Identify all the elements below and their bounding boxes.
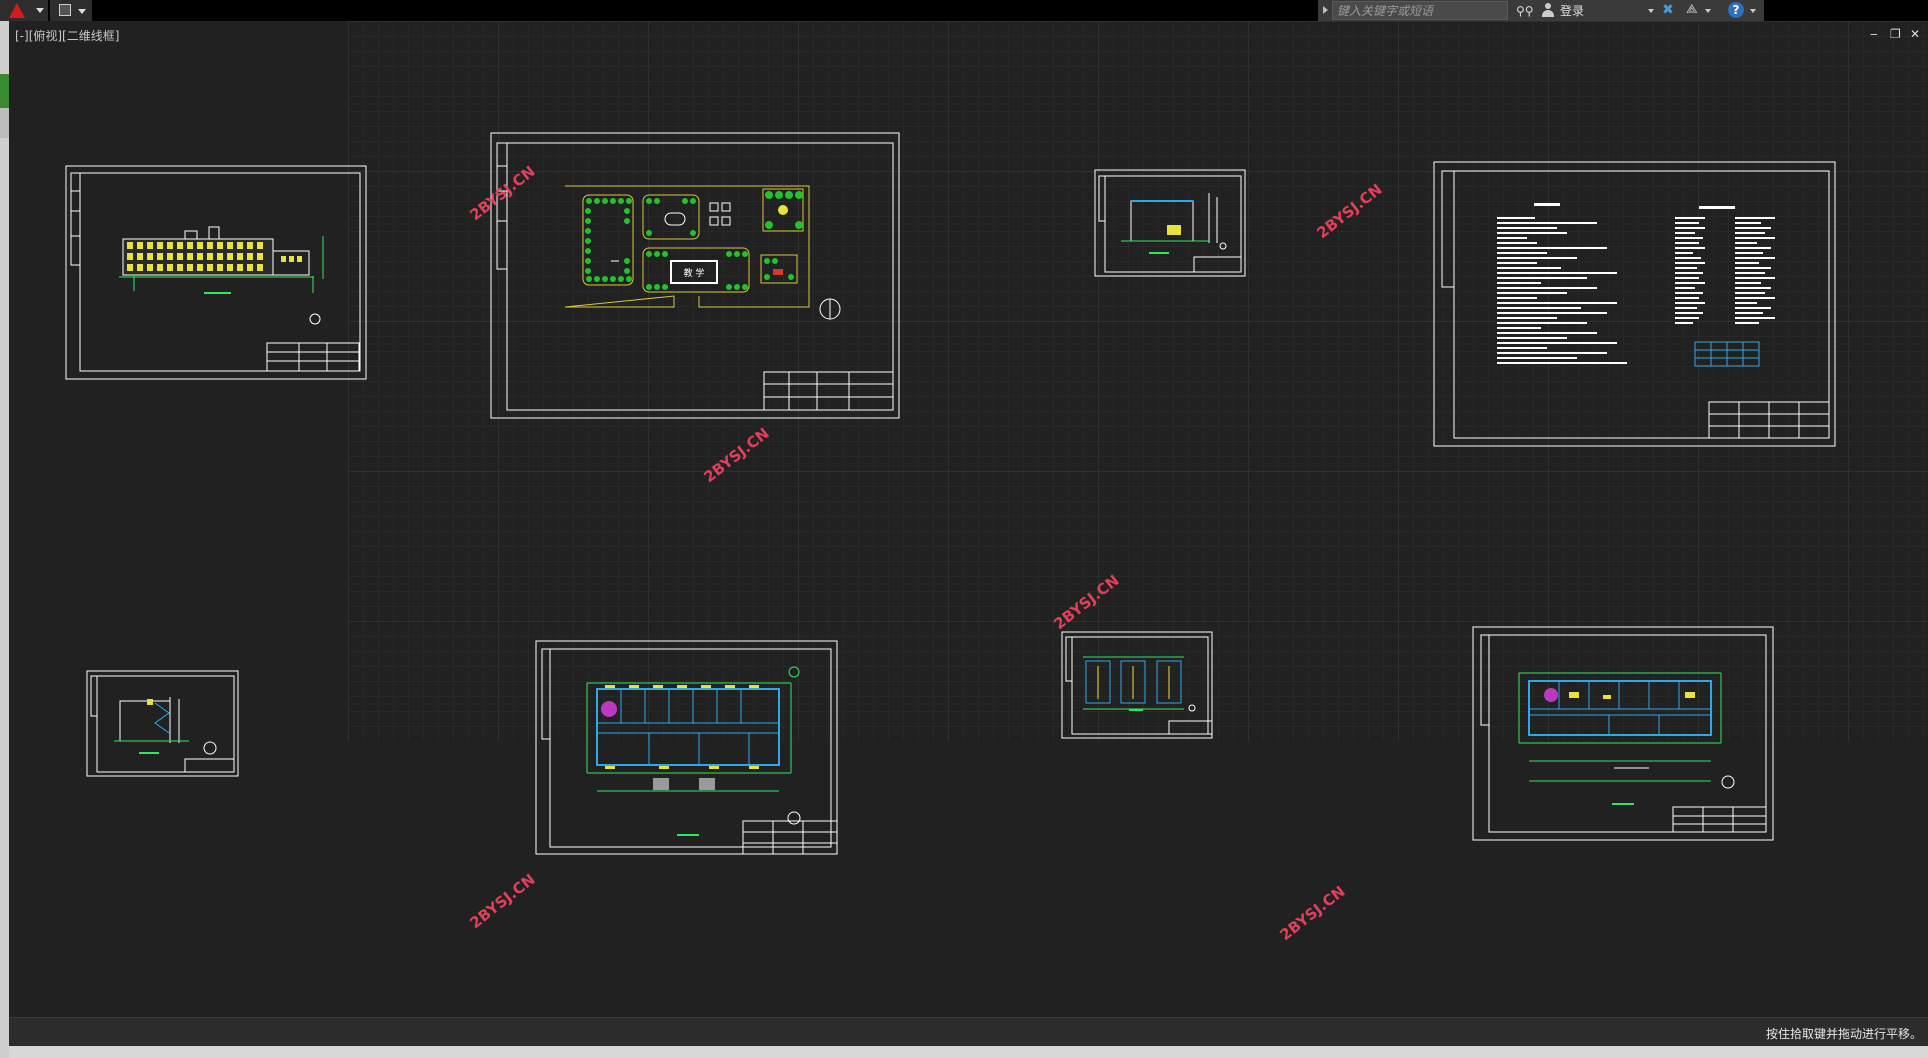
exchange-apps-icon[interactable]: ✖ bbox=[1662, 2, 1674, 18]
chevron-down-icon[interactable] bbox=[1648, 9, 1654, 13]
building-label: 教 学 bbox=[684, 267, 705, 279]
left-edge-tab[interactable] bbox=[0, 108, 9, 138]
sheet-elevation[interactable] bbox=[65, 165, 367, 380]
user-icon[interactable] bbox=[1542, 3, 1554, 17]
search-input[interactable] bbox=[1332, 1, 1508, 20]
left-edge-panel bbox=[0, 21, 9, 1058]
drawing-sheets: 教 学 2BYSJ.CN 2BYSJ.CN 2BYSJ.CN 2BYSJ.CN … bbox=[65, 132, 1836, 944]
binoculars-search-icon[interactable]: ⚲⚲ bbox=[1516, 4, 1534, 18]
drawing-canvas[interactable]: [-][俯视][二维线框] ‒ ❐ ✕ 教 学 2BYSJ.CN 2BYSJ.C… bbox=[9, 21, 1928, 1017]
infocenter-bar: ⚲⚲ 登录 ✖ ⟁ ? bbox=[1318, 0, 1764, 21]
chevron-down-icon[interactable] bbox=[1705, 9, 1711, 13]
a360-icon[interactable]: ⟁ bbox=[1686, 2, 1698, 17]
sheet-side-elevation[interactable] bbox=[86, 670, 239, 777]
watermark: 2BYSJ.CN bbox=[1276, 882, 1348, 944]
chevron-down-icon[interactable] bbox=[1750, 9, 1756, 13]
watermark: 2BYSJ.CN bbox=[466, 162, 538, 224]
title-bar: ⚲⚲ 登录 ✖ ⟁ ? bbox=[0, 0, 1928, 21]
help-icon[interactable]: ? bbox=[1728, 2, 1744, 18]
chevron-down-icon[interactable] bbox=[78, 9, 86, 14]
sheet-floor-plan-1[interactable] bbox=[535, 640, 838, 855]
sheet-site-plan[interactable]: 教 学 bbox=[490, 132, 900, 419]
sheet-stair-details[interactable] bbox=[1061, 631, 1213, 739]
status-message: 按住拾取键并拖动进行平移。 bbox=[1765, 1027, 1922, 1041]
sheet-floor-plan-2[interactable] bbox=[1472, 626, 1774, 841]
left-edge-accent bbox=[0, 74, 9, 108]
watermark: 2BYSJ.CN bbox=[1313, 180, 1385, 242]
watermark: 2BYSJ.CN bbox=[466, 870, 538, 932]
login-button[interactable]: 登录 bbox=[1560, 2, 1584, 19]
quick-access-toolbar[interactable] bbox=[50, 0, 92, 21]
expand-arrow-icon[interactable] bbox=[1323, 6, 1328, 14]
watermark: 2BYSJ.CN bbox=[700, 424, 772, 486]
save-icon[interactable] bbox=[59, 4, 71, 16]
status-bar: 按住拾取键并拖动进行平移。 bbox=[9, 1017, 1928, 1047]
bottom-strip bbox=[9, 1046, 1928, 1058]
watermark: 2BYSJ.CN bbox=[1050, 571, 1122, 633]
sheet-section[interactable] bbox=[1094, 169, 1246, 277]
sheet-design-notes[interactable] bbox=[1433, 161, 1836, 447]
chevron-down-icon bbox=[36, 8, 44, 13]
application-menu-button[interactable] bbox=[0, 0, 48, 21]
autocad-logo-icon bbox=[9, 3, 25, 18]
